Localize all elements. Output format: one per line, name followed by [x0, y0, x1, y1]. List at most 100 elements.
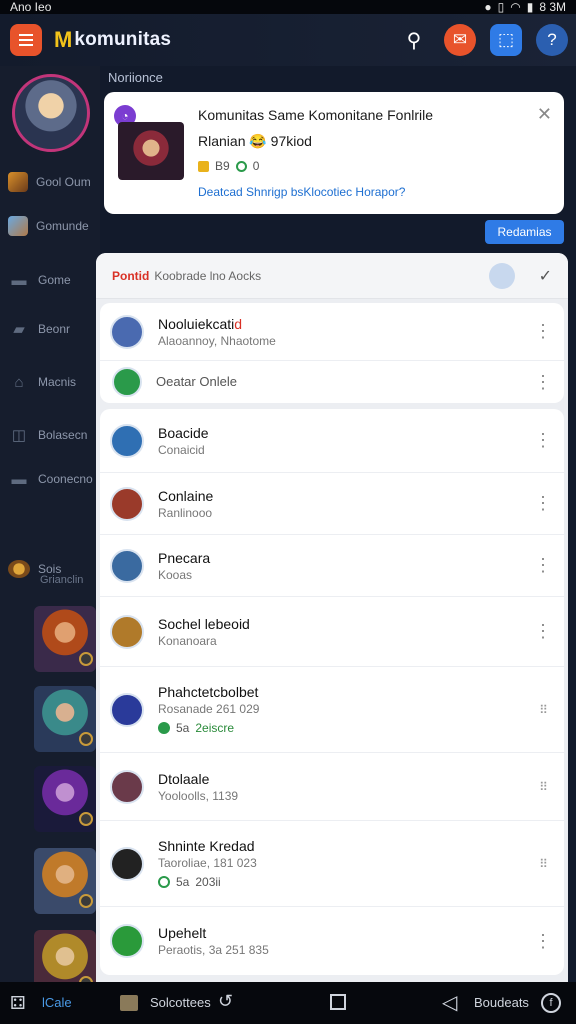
app-title: komunitas — [74, 29, 172, 50]
status-time: Ano Ieo — [10, 0, 52, 14]
notification-link[interactable]: Deatcad Shnrigp bsKlocotiec Horapor? — [198, 185, 405, 199]
app-bar: M komunitas ⚲ ✉ ⬚ ? — [0, 14, 576, 66]
list-section-main: Boacide Conaicid ⋮ Conlaine Ranlinooo ⋮ … — [100, 409, 564, 975]
back-icon[interactable]: ↺ — [218, 991, 233, 1012]
list-item-subtitle: Peraotis, 3a 251 835 — [158, 943, 269, 957]
sidebar-sub-label: Grianclin — [40, 574, 84, 586]
close-icon[interactable]: ✕ — [537, 104, 552, 125]
notification-section-label: Noriionce — [108, 70, 163, 85]
sidebar-item-label: Gome — [38, 273, 71, 287]
status-icons: ● ▯ ◠ ▮ 8 3M — [484, 0, 566, 14]
sidebar-item-gomunde[interactable]: Gomunde — [8, 216, 89, 236]
list-item-subtitle: Konanoara — [158, 633, 217, 648]
sidebar-item-macnis[interactable]: ⌂ Macnis — [8, 373, 76, 391]
list-item[interactable]: Oeatar Onlele ⋮ — [100, 361, 564, 403]
list-item-title: Upehelt — [158, 925, 207, 941]
sidebar-item-coonecno[interactable]: ▬ Coonecno — [8, 470, 93, 488]
profile-avatar[interactable] — [12, 74, 90, 152]
list-item-subtitle: Conaicid — [158, 442, 205, 457]
list-item[interactable]: Sochel lebeoid Konanoara ⋮ — [100, 597, 564, 667]
briefcase-icon: ▬ — [11, 470, 27, 488]
game-icon — [8, 172, 28, 192]
recents-icon[interactable] — [330, 994, 346, 1010]
library-icon: ◫ — [11, 427, 27, 444]
list-item-subtitle: Kooas — [158, 567, 193, 582]
list-item[interactable]: Nooluiekcatid Alaoannoy, Nhaotome ⋮ — [100, 303, 564, 361]
coin-icon — [198, 160, 209, 172]
stat-text: 203ii — [195, 874, 221, 889]
drag-handle-icon[interactable]: ⠿ — [534, 857, 552, 871]
game-thumb[interactable] — [34, 606, 96, 672]
list-item[interactable]: Conlaine Ranlinooo ⋮ — [100, 473, 564, 535]
list-item-stat: 5a 203ii — [158, 873, 534, 891]
vibrate-icon: ▯ — [497, 0, 505, 14]
list-item-title: Sochel lebeoid — [158, 615, 250, 632]
grid-icon[interactable]: ⚃ — [10, 993, 26, 1014]
sidebar-item-gome[interactable]: ▬ Gome — [8, 271, 71, 289]
sidebar-item-label: Gomunde — [36, 219, 89, 233]
sidebar-item-gool[interactable]: Gool Oum — [8, 172, 91, 192]
list-item[interactable]: Pnecara Kooas ⋮ — [100, 535, 564, 597]
list-item-subtitle: Oeatar Onlele — [156, 374, 237, 389]
notification-card[interactable]: ◔ Komunitas Same Komonitane Fonlrile Rla… — [104, 92, 564, 214]
game-thumb[interactable] — [34, 766, 96, 832]
sidebar-item-beonr[interactable]: ▰ Beonr — [8, 320, 70, 338]
drag-handle-icon[interactable]: ⠿ — [534, 703, 552, 717]
list-item[interactable]: Shninte Kredad Taoroliae, 181 023 5a 203… — [100, 821, 564, 907]
sidebar-item-bolasecn[interactable]: ◫ Bolasecn — [8, 426, 87, 444]
list-item[interactable]: Upehelt Peraotis, 3a 251 835 ⋮ — [100, 907, 564, 975]
more-icon[interactable]: ⋮ — [534, 555, 552, 576]
more-icon[interactable]: ⋮ — [534, 931, 552, 952]
list-item[interactable]: Boacide Conaicid ⋮ — [100, 409, 564, 473]
list-item-title: Boacide — [158, 424, 209, 441]
stat-text: 2eiscre — [195, 720, 235, 735]
nav-account-label[interactable]: Boudeats — [474, 995, 529, 1010]
list-item[interactable]: Phahctetcbolbet Rosanade 261 029 5a 2eis… — [100, 667, 564, 753]
library-icon[interactable] — [120, 995, 138, 1011]
menu-button[interactable] — [10, 24, 42, 56]
game-thumb[interactable] — [34, 848, 96, 914]
list-item-title: Pnecara — [158, 549, 211, 566]
guild-icon — [8, 560, 30, 578]
avatar — [110, 769, 144, 804]
store-icon[interactable]: ⬚ — [490, 24, 522, 56]
nav-home-label[interactable]: lCale — [42, 995, 72, 1010]
more-icon[interactable]: ⋮ — [534, 430, 552, 451]
more-icon[interactable]: ⋮ — [534, 493, 552, 514]
user-avatar[interactable] — [488, 262, 515, 289]
controller-icon: ▬ — [11, 271, 27, 289]
notifications-icon[interactable]: ✉ — [444, 24, 476, 56]
more-icon[interactable]: ⋮ — [534, 321, 552, 342]
bookmark-icon: ▰ — [13, 321, 25, 338]
more-icon[interactable]: ⋮ — [534, 372, 552, 393]
list-item-subtitle: Rosanade 261 029 — [158, 701, 260, 716]
status-icon — [79, 812, 93, 826]
notification-cta-button[interactable]: Redamias — [485, 220, 564, 244]
status-icon — [79, 894, 93, 908]
app-bar-actions: ⚲ ✉ ⬚ ? — [398, 24, 568, 56]
game-thumb[interactable] — [34, 686, 96, 752]
stat-icon-label: 5a — [176, 874, 190, 889]
list-item-title: Conlaine — [158, 487, 214, 504]
list-item[interactable]: Dtolaale Yooloolls, 1139 ⠿ — [100, 753, 564, 821]
nav-library-label[interactable]: Solcottees — [150, 995, 211, 1010]
more-icon[interactable]: ⋮ — [534, 621, 552, 642]
info-icon[interactable]: f — [541, 993, 561, 1013]
panel-header-accent: Pontid — [112, 268, 150, 283]
title-highlight: d — [234, 315, 243, 332]
search-icon[interactable]: ⚲ — [398, 24, 430, 56]
shield-icon — [158, 875, 170, 888]
avatar — [110, 486, 144, 521]
help-icon[interactable]: ? — [536, 24, 568, 56]
panel-header-text: Koobrade lno Aocks — [154, 268, 262, 283]
avatar — [110, 423, 144, 458]
status-icon — [79, 652, 93, 666]
check-icon[interactable]: ✓ — [539, 266, 552, 286]
drag-handle-icon[interactable]: ⠿ — [534, 780, 552, 794]
list-item-subtitle: Ranlinooo — [158, 505, 213, 520]
app-logo[interactable]: M komunitas — [54, 27, 171, 53]
nav-back-icon[interactable]: ◁ — [442, 990, 457, 1015]
hamburger-icon — [19, 39, 33, 41]
avatar — [110, 314, 144, 349]
sidebar-item-label: Coonecno — [38, 472, 93, 486]
